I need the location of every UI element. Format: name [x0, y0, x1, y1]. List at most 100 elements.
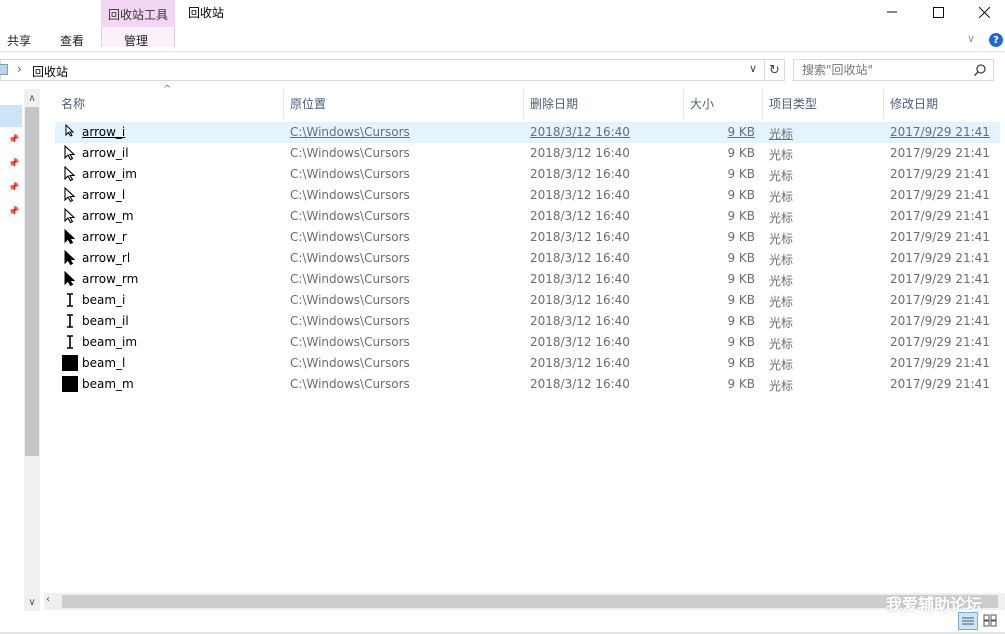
file-modified-date: 2017/9/29 21:41: [890, 356, 990, 370]
file-size: 9 KB: [727, 377, 755, 391]
file-original-location: C:\Windows\Cursors: [290, 146, 410, 160]
column-divider[interactable]: [683, 89, 684, 119]
maximize-button[interactable]: [915, 0, 961, 24]
address-bar[interactable]: › 回收站 ∨: [0, 59, 765, 81]
file-original-location: C:\Windows\Cursors: [290, 188, 410, 202]
file-row[interactable]: beam_l C:\Windows\Cursors 2018/3/12 16:40 9…: [55, 353, 1000, 374]
column-divider[interactable]: [283, 89, 284, 119]
file-name[interactable]: beam_il: [82, 314, 129, 328]
file-size: 9 KB: [727, 251, 755, 265]
scroll-left-icon[interactable]: ‹: [46, 594, 50, 605]
column-header-name[interactable]: 名称: [61, 95, 85, 112]
pin-icon: 📌: [8, 183, 20, 193]
help-button[interactable]: ?: [989, 33, 1003, 47]
nav-selected-item[interactable]: [0, 105, 22, 127]
file-row[interactable]: arrow_rl C:\Windows\Cursors 2018/3/12 16:4…: [55, 248, 1000, 269]
file-row[interactable]: beam_il C:\Windows\Cursors 2018/3/12 16:40…: [55, 311, 1000, 332]
minimize-button[interactable]: [869, 0, 915, 24]
file-original-location: C:\Windows\Cursors: [290, 377, 410, 391]
tab-view[interactable]: 查看: [60, 32, 84, 49]
maximize-icon: [932, 6, 944, 18]
file-row[interactable]: arrow_il C:\Windows\Cursors 2018/3/12 16:4…: [55, 143, 1000, 164]
column-header-size[interactable]: 大小: [690, 95, 714, 112]
ribbon-divider: [0, 51, 1005, 52]
file-name[interactable]: arrow_il: [82, 146, 129, 160]
file-deleted-date: 2018/3/12 16:40: [530, 293, 630, 307]
arrow-outline-cursor-icon: [62, 144, 78, 161]
file-name[interactable]: arrow_i: [82, 125, 125, 139]
file-name[interactable]: arrow_l: [82, 188, 125, 202]
file-name[interactable]: arrow_m: [82, 209, 134, 223]
file-row[interactable]: arrow_m C:\Windows\Cursors 2018/3/12 16:40…: [55, 206, 1000, 227]
file-name[interactable]: arrow_r: [82, 230, 127, 244]
breadcrumb-chevron-icon[interactable]: ›: [17, 62, 22, 76]
search-input[interactable]: [802, 63, 962, 77]
file-size: 9 KB: [727, 146, 755, 160]
file-row[interactable]: arrow_i C:\Windows\Cursors 2018/3/12 16:40…: [55, 122, 1000, 143]
file-size: 9 KB: [727, 167, 755, 181]
column-divider[interactable]: [883, 89, 884, 119]
tab-share[interactable]: 共享: [7, 32, 31, 49]
nav-scroll-thumb[interactable]: [25, 107, 39, 456]
file-name[interactable]: beam_m: [82, 377, 134, 391]
file-name[interactable]: beam_l: [82, 356, 125, 370]
refresh-button[interactable]: ↻: [765, 59, 785, 81]
file-row[interactable]: arrow_r C:\Windows\Cursors 2018/3/12 16:40…: [55, 227, 1000, 248]
column-divider[interactable]: [523, 89, 524, 119]
file-modified-date: 2017/9/29 21:41: [890, 377, 990, 391]
black-square-cursor-icon: [62, 376, 78, 392]
file-original-location: C:\Windows\Cursors: [290, 230, 410, 244]
pin-icon: 📌: [8, 135, 20, 145]
file-row[interactable]: arrow_rm C:\Windows\Cursors 2018/3/12 16:4…: [55, 269, 1000, 290]
arrow-outline-cursor-icon: [62, 186, 78, 203]
file-deleted-date: 2018/3/12 16:40: [530, 272, 630, 286]
file-name[interactable]: arrow_rm: [82, 272, 138, 286]
scroll-down-icon[interactable]: ∨: [24, 594, 40, 610]
search-box[interactable]: [793, 59, 994, 81]
file-row[interactable]: beam_m C:\Windows\Cursors 2018/3/12 16:40 9…: [55, 374, 1000, 395]
close-button[interactable]: [961, 0, 1005, 24]
horizontal-scroll-thumb[interactable]: [62, 595, 998, 608]
file-modified-date: 2017/9/29 21:41: [890, 293, 990, 307]
close-icon: [978, 6, 990, 18]
file-modified-date: 2017/9/29 21:41: [890, 125, 990, 139]
file-original-location: C:\Windows\Cursors: [290, 335, 410, 349]
column-divider[interactable]: [762, 89, 763, 119]
file-name[interactable]: beam_i: [82, 293, 125, 307]
file-deleted-date: 2018/3/12 16:40: [530, 335, 630, 349]
refresh-icon: ↻: [769, 62, 780, 78]
address-dropdown-icon[interactable]: ∨: [749, 62, 757, 75]
file-type: 光标: [769, 295, 794, 309]
details-view-button[interactable]: [958, 612, 978, 630]
file-row[interactable]: arrow_l C:\Windows\Cursors 2018/3/12 16:40…: [55, 185, 1000, 206]
large-icons-view-button[interactable]: [981, 612, 1001, 630]
file-name[interactable]: arrow_im: [82, 167, 137, 181]
file-name[interactable]: arrow_rl: [82, 251, 130, 265]
ibeam-cursor-icon: [62, 334, 78, 350]
file-modified-date: 2017/9/29 21:41: [890, 314, 990, 328]
file-modified-date: 2017/9/29 21:41: [890, 167, 990, 181]
file-type: 光标: [769, 127, 794, 141]
breadcrumb-recycle-bin[interactable]: 回收站: [32, 63, 68, 80]
file-name[interactable]: beam_im: [82, 335, 137, 349]
file-original-location: C:\Windows\Cursors: [290, 209, 410, 223]
file-modified-date: 2017/9/29 21:41: [890, 251, 990, 265]
file-type: 光标: [769, 169, 794, 183]
file-row[interactable]: beam_im C:\Windows\Cursors 2018/3/12 16:40…: [55, 332, 1000, 353]
column-header-type[interactable]: 项目类型: [769, 95, 817, 112]
minimize-icon: [887, 11, 897, 13]
arrow-black-cursor-icon: [62, 270, 78, 287]
column-header-location[interactable]: 原位置: [290, 95, 326, 112]
column-header-modified[interactable]: 修改日期: [890, 95, 938, 112]
expand-ribbon-chevron-icon[interactable]: ∨: [967, 32, 975, 45]
file-row[interactable]: arrow_im C:\Windows\Cursors 2018/3/12 16:4…: [55, 164, 1000, 185]
tab-manage[interactable]: 管理: [124, 32, 148, 49]
search-icon[interactable]: [973, 63, 987, 77]
file-row[interactable]: beam_i C:\Windows\Cursors 2018/3/12 16:40 9…: [55, 290, 1000, 311]
scroll-up-icon[interactable]: ∧: [24, 90, 40, 106]
file-size: 9 KB: [727, 314, 755, 328]
column-header-deleted[interactable]: 删除日期: [530, 95, 578, 112]
file-type: 光标: [769, 253, 794, 267]
details-view-icon: [962, 617, 974, 625]
file-size: 9 KB: [727, 209, 755, 223]
